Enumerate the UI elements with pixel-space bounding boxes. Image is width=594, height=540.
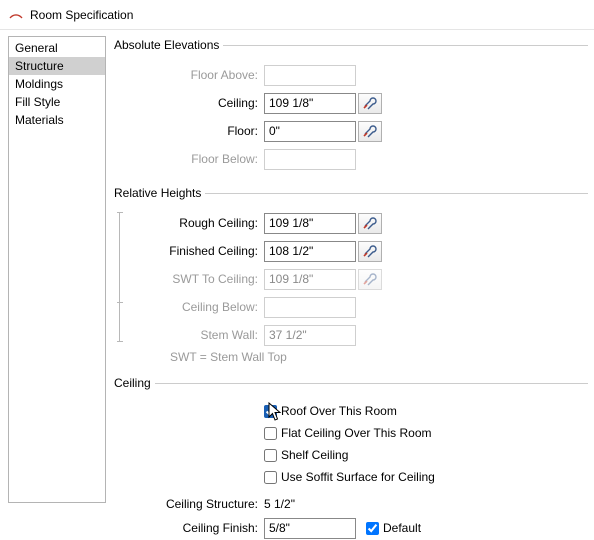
sidebar-item-fill-style[interactable]: Fill Style [9,93,105,111]
input-floor-above [264,65,356,86]
label-floor: Floor: [114,124,264,138]
checkbox-ceiling-finish-default[interactable] [366,522,379,535]
label-finished-ceiling: Finished Ceiling: [114,244,264,258]
label-rough-ceiling: Rough Ceiling: [114,216,264,230]
wrench-icon[interactable] [358,93,382,114]
input-floor[interactable] [264,121,356,142]
checkbox-label: Roof Over This Room [281,404,397,418]
input-swt-to-ceiling [264,269,356,290]
category-sidebar: General Structure Moldings Fill Style Ma… [8,36,106,503]
label-floor-above: Floor Above: [114,68,264,82]
input-ceiling-below [264,297,356,318]
sidebar-item-label: Structure [15,59,64,73]
wrench-icon [358,269,382,290]
checkbox-flat-ceiling[interactable] [264,427,277,440]
sidebar-item-label: Materials [15,113,64,127]
input-stem-wall [264,325,356,346]
sidebar-item-label: Fill Style [15,95,60,109]
label-ceiling: Ceiling: [114,96,264,110]
sidebar-item-structure[interactable]: Structure [9,57,105,75]
input-rough-ceiling[interactable] [264,213,356,234]
group-absolute-elevations: Absolute Elevations Floor Above: Ceiling… [114,38,588,174]
sidebar-item-general[interactable]: General [9,39,105,57]
input-ceiling[interactable] [264,93,356,114]
sidebar-item-label: General [15,41,58,55]
titlebar: Room Specification [0,0,594,30]
checkbox-soffit-surface[interactable] [264,471,277,484]
group-legend: Ceiling [114,376,155,390]
relative-indicator [117,212,123,342]
window-title: Room Specification [30,8,133,22]
wrench-icon[interactable] [358,213,382,234]
main-panel: Absolute Elevations Floor Above: Ceiling… [110,30,594,509]
checkbox-label: Flat Ceiling Over This Room [281,426,432,440]
checkbox-roof-over[interactable] [264,405,277,418]
input-ceiling-finish[interactable] [264,518,356,539]
input-floor-below [264,149,356,170]
input-finished-ceiling[interactable] [264,241,356,262]
group-relative-heights: Relative Heights Rough Ceiling: Finished… [114,186,588,364]
label-ceiling-finish: Ceiling Finish: [114,521,264,535]
checkbox-shelf-ceiling[interactable] [264,449,277,462]
label-stem-wall: Stem Wall: [114,328,264,342]
checkbox-label: Shelf Ceiling [281,448,348,462]
group-legend: Relative Heights [114,186,205,200]
sidebar-item-moldings[interactable]: Moldings [9,75,105,93]
label-swt-to-ceiling: SWT To Ceiling: [114,272,264,286]
checkbox-label: Use Soffit Surface for Ceiling [281,470,435,484]
label-ceiling-below: Ceiling Below: [114,300,264,314]
wrench-icon[interactable] [358,121,382,142]
checkbox-label: Default [383,521,421,535]
wrench-icon[interactable] [358,241,382,262]
group-ceiling: Ceiling Roof Over This Room Flat Ceiling… [114,376,588,540]
group-legend: Absolute Elevations [114,38,223,52]
sidebar-item-materials[interactable]: Materials [9,111,105,129]
label-floor-below: Floor Below: [114,152,264,166]
swt-hint: SWT = Stem Wall Top [114,350,588,364]
app-arc-icon [8,5,24,24]
sidebar-item-label: Moldings [15,77,63,91]
